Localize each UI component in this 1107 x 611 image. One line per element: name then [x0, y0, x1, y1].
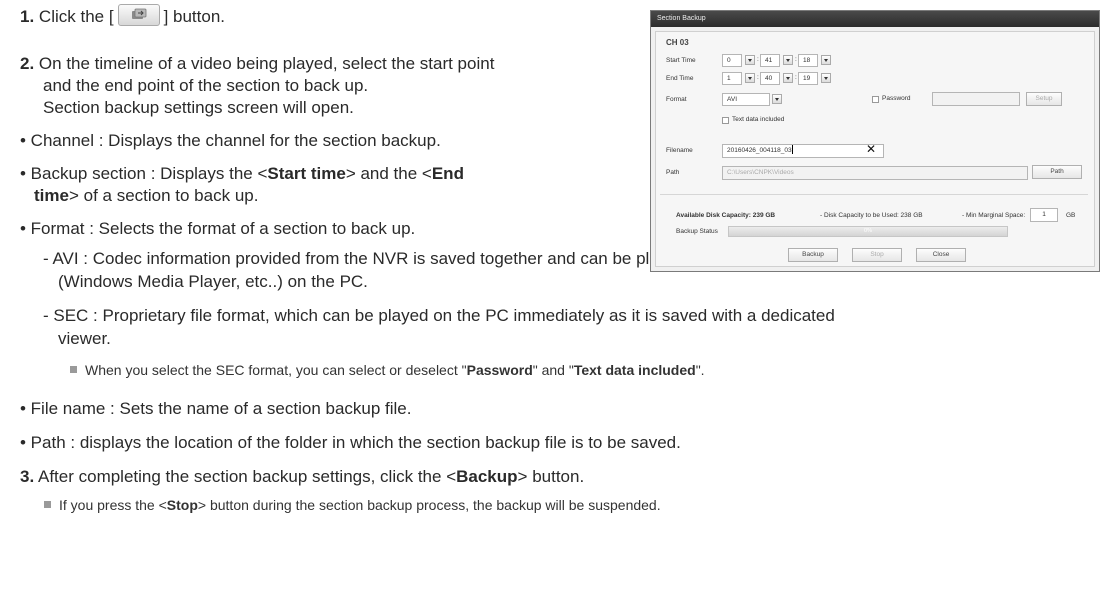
- password-label: Password: [882, 95, 911, 102]
- password-input[interactable]: [932, 92, 1020, 106]
- section-backup-dialog: Section Backup CH 03 Start Time 0 : 41 :…: [650, 10, 1100, 272]
- step-2-line-3: Section backup settings screen will open…: [43, 98, 354, 117]
- avi-line-2: (Windows Media Player, etc..) on the PC.: [58, 272, 368, 291]
- note-square-icon: [44, 501, 51, 508]
- note-stop: If you press the <Stop> button during th…: [44, 497, 661, 513]
- format-select[interactable]: AVI: [722, 93, 770, 106]
- step-2-line-2: and the end point of the section to back…: [43, 76, 369, 95]
- bullet-format: • Format : Selects the format of a secti…: [20, 219, 416, 238]
- sec-line-1: - SEC : Proprietary file format, which c…: [43, 306, 835, 325]
- start-minute-select[interactable]: 41: [760, 54, 780, 67]
- available-capacity-label: Available Disk Capacity: 239 GB: [676, 212, 776, 219]
- clear-filename-icon[interactable]: ✕: [866, 142, 876, 156]
- filename-label: Filename: [666, 147, 693, 154]
- path-input: C:\Users\CNPK\Videos: [722, 166, 1028, 180]
- margin-unit: GB: [1066, 212, 1076, 219]
- backup-status-label: Backup Status: [676, 228, 718, 235]
- bullet-backup-section: • Backup section : Displays the <Start t…: [20, 164, 464, 183]
- min-margin-input[interactable]: 1: [1030, 208, 1058, 222]
- filename-input[interactable]: 20160426_004118_03: [722, 144, 884, 158]
- close-button[interactable]: Close: [916, 248, 966, 262]
- dialog-title: Section Backup: [651, 11, 1099, 27]
- backup-progress-text: 0%: [864, 228, 872, 234]
- start-hour-select[interactable]: 0: [722, 54, 742, 67]
- end-hour-dropdown-icon[interactable]: [745, 73, 755, 83]
- min-margin-label: - Min Marginal Space:: [962, 212, 1026, 219]
- end-hour-select[interactable]: 1: [722, 72, 742, 85]
- dialog-body: CH 03 Start Time 0 : 41 : 18 End Time 1 …: [655, 31, 1095, 267]
- end-time-label: End Time: [666, 75, 694, 82]
- end-second-dropdown-icon[interactable]: [821, 73, 831, 83]
- text-data-checkbox[interactable]: [722, 117, 729, 124]
- format-label: Format: [666, 96, 687, 103]
- note-square-icon: [70, 366, 77, 373]
- end-second-select[interactable]: 19: [798, 72, 818, 85]
- password-checkbox[interactable]: [872, 96, 879, 103]
- backup-progress-bar: 0%: [728, 226, 1008, 237]
- path-label: Path: [666, 169, 680, 176]
- bullet-backup-section-line-2: time> of a section to back up.: [34, 186, 259, 205]
- backup-button[interactable]: Backup: [788, 248, 838, 262]
- step-3: 3. After completing the section backup s…: [20, 467, 585, 486]
- stop-button[interactable]: Stop: [852, 248, 902, 262]
- text-data-label: Text data included: [732, 116, 785, 123]
- bullet-channel: • Channel : Displays the channel for the…: [20, 131, 441, 150]
- start-hour-dropdown-icon[interactable]: [745, 55, 755, 65]
- start-second-select[interactable]: 18: [798, 54, 818, 67]
- end-minute-dropdown-icon[interactable]: [783, 73, 793, 83]
- divider: [660, 194, 1088, 195]
- section-backup-button-icon: [117, 4, 160, 26]
- sec-line-2: viewer.: [58, 329, 111, 348]
- used-capacity-label: - Disk Capacity to be Used: 238 GB: [820, 212, 923, 219]
- setup-button[interactable]: Setup: [1026, 92, 1062, 106]
- bullet-filename: • File name : Sets the name of a section…: [20, 399, 412, 418]
- end-minute-select[interactable]: 40: [760, 72, 780, 85]
- format-dropdown-icon[interactable]: [772, 94, 782, 104]
- step-1: 1. Click the [] button.: [20, 4, 225, 28]
- start-time-label: Start Time: [666, 57, 696, 64]
- path-button[interactable]: Path: [1032, 165, 1082, 179]
- note-sec-format: When you select the SEC format, you can …: [70, 362, 705, 378]
- step-2: 2. On the timeline of a video being play…: [20, 54, 495, 73]
- start-minute-dropdown-icon[interactable]: [783, 55, 793, 65]
- channel-label: CH 03: [666, 38, 689, 47]
- start-second-dropdown-icon[interactable]: [821, 55, 831, 65]
- bullet-path: • Path : displays the location of the fo…: [20, 433, 681, 452]
